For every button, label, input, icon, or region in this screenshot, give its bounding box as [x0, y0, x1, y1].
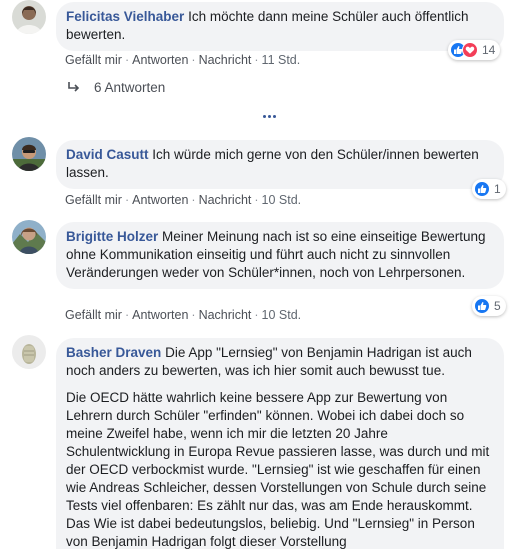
message-link[interactable]: Nachricht	[199, 53, 252, 67]
comment-bubble: Basher Draven Die App "Lernsieg" von Ben…	[56, 338, 504, 549]
like-link[interactable]: Gefällt mir	[65, 308, 122, 322]
timestamp[interactable]: 10 Std.	[262, 308, 302, 322]
comment-author[interactable]: Felicitas Vielhaber	[66, 9, 184, 24]
like-link[interactable]: Gefällt mir	[65, 53, 122, 67]
timestamp[interactable]: 11 Std.	[262, 53, 301, 67]
message-link[interactable]: Nachricht	[199, 193, 252, 207]
reply-link[interactable]: Antworten	[132, 308, 188, 322]
avatar-photo	[12, 0, 46, 34]
comment-author[interactable]: Basher Draven	[66, 345, 161, 360]
reactions-badge[interactable]: 1	[472, 179, 506, 199]
more-comments-icon[interactable]	[263, 115, 276, 118]
reaction-count: 1	[494, 182, 501, 196]
comment-bubble: Brigitte Holzer Meiner Meinung nach ist …	[56, 222, 504, 289]
reply-link[interactable]: Antworten	[132, 53, 188, 67]
message-link[interactable]: Nachricht	[199, 308, 252, 322]
reactions-badge[interactable]: 5	[472, 296, 506, 316]
comment-bubble: Felicitas Vielhaber Ich möchte dann mein…	[56, 2, 504, 51]
avatar[interactable]	[12, 137, 46, 171]
avatar[interactable]	[12, 220, 46, 254]
avatar[interactable]	[12, 0, 46, 34]
avatar-photo	[12, 137, 46, 171]
like-link[interactable]: Gefällt mir	[65, 193, 122, 207]
reply-arrow-icon	[68, 80, 80, 95]
comment-actions: Gefällt mir · Antworten · Nachricht · 10 Std.	[65, 193, 302, 207]
reactions-badge[interactable]: 14	[448, 40, 501, 60]
avatar-photo	[12, 335, 46, 369]
comment-actions: Gefällt mir · Antworten · Nachricht · 11 Std.	[65, 53, 301, 67]
comment-author[interactable]: Brigitte Holzer	[66, 229, 158, 244]
view-replies-link[interactable]: 6 Antworten	[68, 80, 165, 95]
reply-link[interactable]: Antworten	[132, 193, 188, 207]
comment-bubble: David Casutt Ich würde mich gerne von de…	[56, 140, 504, 189]
reaction-count: 14	[482, 43, 496, 57]
avatar-photo	[12, 220, 46, 254]
like-icon	[474, 298, 490, 314]
like-icon	[474, 181, 490, 197]
replies-count-label[interactable]: 6 Antworten	[94, 80, 165, 95]
timestamp[interactable]: 10 Std.	[262, 193, 302, 207]
avatar[interactable]	[12, 335, 46, 369]
reaction-count: 5	[494, 299, 501, 313]
comment-text-paragraph: Die OECD hätte wahrlich keine bessere Ap…	[66, 390, 490, 549]
comment-author[interactable]: David Casutt	[66, 147, 149, 162]
comment-actions: Gefällt mir · Antworten · Nachricht · 10 Std.	[65, 308, 302, 322]
love-icon	[462, 42, 478, 58]
